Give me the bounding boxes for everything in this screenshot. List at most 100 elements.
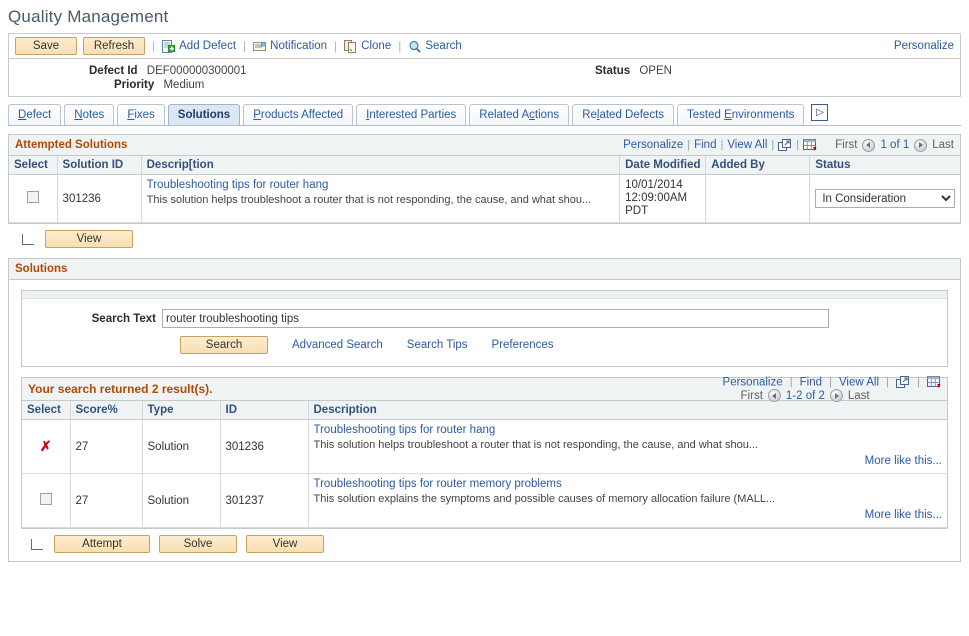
as-row0-status-cell: In ConsiderationSuccessfulUnsuccessfulWi…: [810, 175, 960, 223]
tab-products-affected[interactable]: Products Affected: [243, 104, 353, 125]
notification-link[interactable]: Notification: [253, 40, 327, 53]
search-link[interactable]: Search: [408, 40, 461, 53]
res-personalize-link[interactable]: Personalize: [723, 376, 783, 388]
search-tips-link[interactable]: Search Tips: [407, 339, 468, 351]
solutions-actions: Attempt Solve View: [9, 529, 960, 561]
clone-link[interactable]: Clone: [344, 40, 391, 53]
res-view-all-link[interactable]: View All: [839, 376, 879, 388]
tab-solutions[interactable]: Solutions: [168, 104, 240, 125]
as-row0-status-select[interactable]: In ConsiderationSuccessfulUnsuccessfulWi…: [815, 189, 955, 208]
res-range-label: 1-2 of 2: [786, 390, 825, 402]
res-prev-button[interactable]: [768, 389, 781, 402]
as-first-label[interactable]: First: [835, 139, 857, 151]
as-nav-sep-1: |: [687, 139, 690, 151]
search-button[interactable]: Search: [180, 336, 268, 354]
res-col-select: Select: [22, 401, 70, 420]
as-row0-solution-id: 301236: [57, 175, 141, 223]
res-row1-select-cell: [22, 474, 70, 528]
solutions-search-groupbox: Search Text Search Advanced Search Searc…: [21, 290, 948, 367]
tab-notes[interactable]: Notes: [64, 104, 114, 125]
res-next-button[interactable]: [830, 389, 843, 402]
attempted-view-button[interactable]: View: [45, 230, 133, 248]
tab-interested-parties[interactable]: Interested Parties: [356, 104, 466, 125]
as-view-all-link[interactable]: View All: [727, 139, 767, 151]
toolbar-separator-4: |: [398, 39, 401, 53]
tab-tested-environments[interactable]: Tested Environments: [677, 104, 804, 125]
view-button[interactable]: View: [246, 535, 324, 553]
save-button[interactable]: Save: [15, 37, 77, 55]
bracket-decoration-2: [31, 539, 43, 550]
defect-id-value: DEF000000300001: [147, 65, 247, 77]
tab-fixes[interactable]: Fixes: [117, 104, 164, 125]
res-row1-description-link[interactable]: Troubleshooting tips for router memory p…: [314, 478, 562, 490]
tab-related-actions[interactable]: Related Actions: [469, 104, 569, 125]
res-row0-more-like-this-wrap: More like this...: [314, 455, 943, 467]
res-find-link[interactable]: Find: [800, 376, 822, 388]
notification-icon: [253, 40, 267, 53]
attempted-solutions-title: Attempted Solutions: [15, 139, 127, 151]
tab-related-defects[interactable]: Related Defects: [572, 104, 674, 125]
as-pager: First 1 of 1 Last: [835, 139, 954, 152]
res-nav-sep-2: |: [829, 376, 832, 388]
res-expand-icon[interactable]: [896, 376, 910, 389]
res-row0-description-link[interactable]: Troubleshooting tips for router hang: [314, 424, 496, 436]
toolbar: Save Refresh | Add Defect |: [8, 33, 961, 59]
res-row0-selected-x-icon[interactable]: ✗: [40, 438, 52, 454]
as-last-label[interactable]: Last: [932, 139, 954, 151]
add-defect-link[interactable]: Add Defect: [162, 40, 236, 53]
as-row0-description-link[interactable]: Troubleshooting tips for router hang: [147, 179, 329, 191]
attempted-solutions-grid: Select Solution ID Descrip[tion Date Mod…: [9, 156, 960, 223]
res-row0-id: 301236: [220, 420, 308, 474]
as-col-date-modified: Date Modified: [620, 156, 706, 175]
tab-defect[interactable]: Defect: [8, 104, 61, 125]
advanced-search-link[interactable]: Advanced Search: [292, 339, 383, 351]
res-download-grid-icon[interactable]: [927, 376, 941, 389]
res-col-id: ID: [220, 401, 308, 420]
res-row0-more-like-this-link[interactable]: More like this...: [865, 455, 942, 467]
search-results-panel: Your search returned 2 result(s). Person…: [21, 377, 948, 529]
res-row0-description-text: This solution helps troubleshoot a route…: [314, 438, 943, 452]
res-row0-description-cell: Troubleshooting tips for router hang Thi…: [308, 420, 947, 474]
solutions-title: Solutions: [15, 263, 67, 275]
preferences-link[interactable]: Preferences: [492, 339, 554, 351]
refresh-button[interactable]: Refresh: [83, 37, 145, 55]
attempted-solutions-header-row: Select Solution ID Descrip[tion Date Mod…: [9, 156, 960, 175]
as-download-grid-icon[interactable]: [803, 139, 817, 152]
clone-label: Clone: [361, 40, 391, 52]
defect-id-field: Defect Id DEF000000300001: [89, 65, 247, 77]
res-row1-select-checkbox[interactable]: [40, 493, 52, 505]
clone-icon: [344, 40, 358, 53]
attempt-button[interactable]: Attempt: [54, 535, 150, 553]
as-next-button[interactable]: [914, 139, 927, 152]
as-prev-button[interactable]: [862, 139, 875, 152]
as-personalize-link[interactable]: Personalize: [623, 139, 683, 151]
defect-id-label: Defect Id: [89, 65, 138, 77]
toolbar-separator-3: |: [334, 39, 337, 53]
res-row1-description-text: This solution explains the symptoms and …: [314, 492, 943, 506]
res-first-label[interactable]: First: [741, 390, 763, 402]
status-field: Status OPEN: [595, 65, 672, 77]
as-col-description: Descrip[tion: [141, 156, 620, 175]
page-title: Quality Management: [0, 0, 969, 33]
search-text-input[interactable]: [162, 309, 829, 328]
res-last-label[interactable]: Last: [848, 390, 870, 402]
attempted-solutions-section: Attempted Solutions Personalize | Find |…: [8, 134, 961, 224]
search-results-header: Your search returned 2 result(s). Person…: [22, 378, 947, 401]
search-text-row: Search Text: [22, 299, 947, 328]
notification-label: Notification: [270, 40, 327, 52]
toolbar-personalize-link[interactable]: Personalize: [894, 40, 954, 52]
res-row1-description-cell: Troubleshooting tips for router memory p…: [308, 474, 947, 528]
res-row0-select-cell: ✗: [22, 420, 70, 474]
as-expand-icon[interactable]: [778, 139, 792, 152]
as-row0-added-by: [706, 175, 810, 223]
as-find-link[interactable]: Find: [694, 139, 716, 151]
res-row1-type: Solution: [142, 474, 220, 528]
res-row1-more-like-this-link[interactable]: More like this...: [865, 509, 942, 521]
res-row0-type: Solution: [142, 420, 220, 474]
solve-button[interactable]: Solve: [159, 535, 237, 553]
status-value: OPEN: [639, 65, 672, 77]
tab-more-button[interactable]: ▷: [811, 104, 828, 121]
as-nav-sep-3: |: [771, 139, 774, 151]
res-row1-score: 27: [70, 474, 142, 528]
as-row0-select-checkbox[interactable]: [27, 191, 39, 203]
